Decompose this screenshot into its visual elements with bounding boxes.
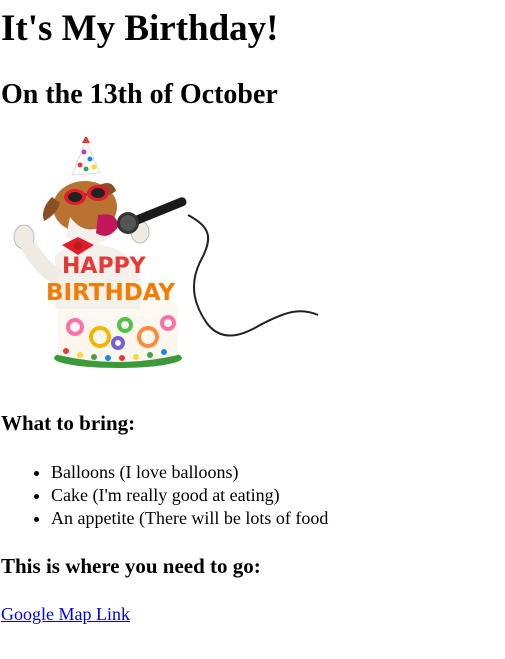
birthday-photo: HAPPY BIRTHDAY <box>0 135 320 389</box>
page-subtitle: On the 13th of October <box>1 79 278 110</box>
bring-heading: What to bring: <box>1 411 136 435</box>
directions-heading: This is where you need to go: <box>1 554 261 578</box>
list-item: Balloons (I love balloons) <box>51 461 328 484</box>
google-map-link[interactable]: Google Map Link <box>1 603 130 626</box>
cake-text-bottom: BIRTHDAY <box>46 280 175 306</box>
cake-text-top: HAPPY <box>62 254 147 279</box>
page-title: It's My Birthday! <box>1 8 279 49</box>
page: It's My Birthday! On the 13th of October <box>0 0 505 659</box>
list-item: An appetite (There will be lots of food <box>51 507 328 530</box>
bring-list: Balloons (I love balloons) Cake (I'm rea… <box>0 461 328 530</box>
list-item: Cake (I'm really good at eating) <box>51 484 328 507</box>
